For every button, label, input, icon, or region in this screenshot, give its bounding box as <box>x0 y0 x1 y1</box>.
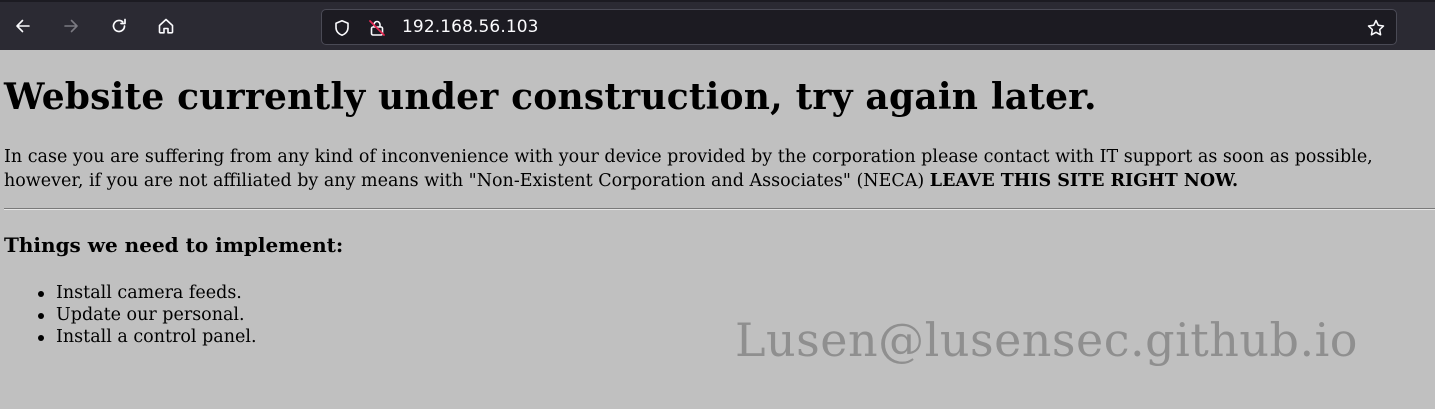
home-button[interactable] <box>150 10 182 42</box>
section-heading: Things we need to implement: <box>4 233 344 257</box>
arrow-left-icon <box>13 16 33 36</box>
reload-button[interactable] <box>103 10 135 42</box>
arrow-right-icon <box>61 16 81 36</box>
list-item: Update our personal. <box>38 304 257 326</box>
back-button[interactable] <box>7 10 39 42</box>
list-item: Install camera feeds. <box>38 282 257 304</box>
insecure-lock-icon[interactable] <box>367 18 387 38</box>
page-content: Website currently under construction, tr… <box>0 50 1435 409</box>
url-bar[interactable]: 192.168.56.103 <box>321 9 1397 45</box>
shield-icon[interactable] <box>332 18 352 38</box>
watermark: Lusen@lusensec.github.io <box>735 313 1359 367</box>
star-icon[interactable] <box>1366 18 1386 38</box>
home-icon <box>156 16 176 36</box>
url-text[interactable]: 192.168.56.103 <box>402 17 539 37</box>
reload-icon <box>109 16 129 36</box>
browser-toolbar: 192.168.56.103 <box>0 0 1435 50</box>
list-item: Install a control panel. <box>38 327 257 347</box>
intro-line-2: however, if you are not affiliated by an… <box>4 171 930 191</box>
page-title: Website currently under construction, tr… <box>4 76 1097 118</box>
forward-button[interactable] <box>55 10 87 42</box>
warning-text: LEAVE THIS SITE RIGHT NOW. <box>929 171 1239 191</box>
intro-paragraph: In case you are suffering from any kind … <box>4 145 1373 193</box>
intro-line-1: In case you are suffering from any kind … <box>4 147 1373 167</box>
divider <box>4 208 1435 210</box>
todo-list: Install camera feeds. Update our persona… <box>4 282 257 348</box>
